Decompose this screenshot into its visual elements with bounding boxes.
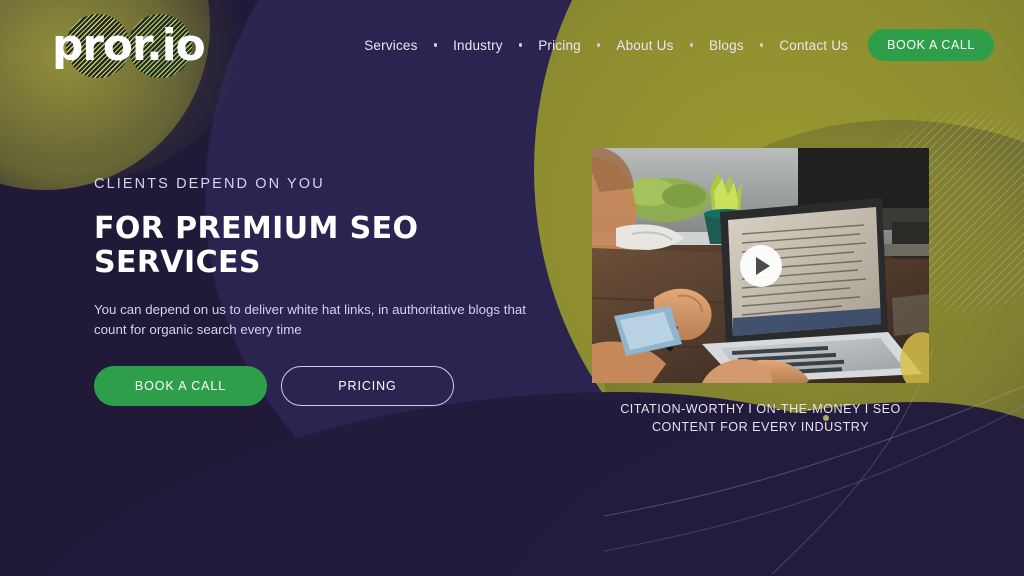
main-navigation: Services Industry Pricing About Us Blogs… — [362, 29, 994, 61]
nav-separator-dot-icon — [596, 43, 601, 47]
hero-pricing-button[interactable]: PRICING — [281, 366, 454, 406]
nav-item-pricing[interactable]: Pricing — [536, 34, 583, 57]
hero-content: CLIENTS DEPEND ON YOU FOR PREMIUM SEO SE… — [94, 176, 564, 406]
nav-item-about-us[interactable]: About Us — [614, 34, 675, 57]
hero-subcopy: You can depend on us to deliver white ha… — [94, 302, 526, 337]
hero-cta-group: BOOK A CALL PRICING — [94, 366, 564, 406]
hero-headline: FOR PREMIUM SEO SERVICES — [94, 211, 419, 280]
nav-separator-dot-icon — [689, 43, 694, 47]
page-stage: pror.io Services Industry Pricing About … — [0, 0, 1024, 576]
hero-media: CITATION-WORTHY I ON-THE-MONEY I SEO CON… — [592, 148, 929, 436]
nav-item-industry[interactable]: Industry — [451, 34, 505, 57]
nav-separator-dot-icon — [759, 43, 764, 47]
header-book-a-call-button[interactable]: BOOK A CALL — [868, 29, 994, 61]
play-button[interactable] — [739, 244, 782, 287]
video-thumbnail[interactable] — [592, 148, 929, 383]
logo-text: pror.io — [52, 20, 206, 71]
nav-item-contact-us[interactable]: Contact Us — [777, 34, 850, 57]
nav-item-services[interactable]: Services — [362, 34, 419, 57]
site-header: pror.io Services Industry Pricing About … — [0, 0, 1024, 90]
hero-eyebrow: CLIENTS DEPEND ON YOU — [94, 176, 325, 192]
media-caption: CITATION-WORTHY I ON-THE-MONEY I SEO CON… — [620, 402, 901, 434]
nav-separator-dot-icon — [433, 43, 438, 47]
logo[interactable]: pror.io — [26, 6, 226, 84]
hero-book-a-call-button[interactable]: BOOK A CALL — [94, 366, 267, 406]
play-icon — [755, 256, 770, 275]
nav-item-blogs[interactable]: Blogs — [707, 34, 746, 57]
nav-separator-dot-icon — [518, 43, 523, 47]
